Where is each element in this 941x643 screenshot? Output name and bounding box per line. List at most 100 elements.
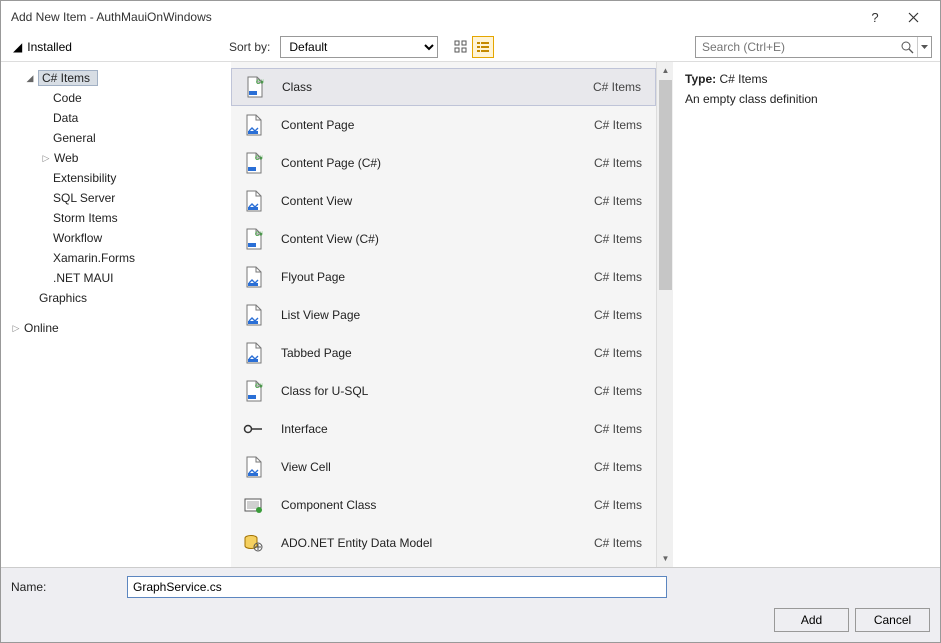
tree-header-installed[interactable]: ◢ Installed — [9, 40, 223, 54]
template-label: Class for U-SQL — [281, 384, 580, 398]
type-label: Type: — [685, 72, 716, 86]
cancel-button[interactable]: Cancel — [855, 608, 930, 632]
search-box[interactable] — [695, 36, 932, 58]
tree-label: General — [53, 131, 96, 145]
xaml-file-icon — [239, 453, 267, 481]
tree-label: SQL Server — [53, 191, 115, 205]
ado-file-icon — [239, 529, 267, 557]
detail-panel: Type: C# Items An empty class definition — [673, 62, 940, 567]
tree-node-workflow[interactable]: Workflow — [7, 228, 231, 248]
template-row[interactable]: C# Content Page (C#) C# Items — [231, 144, 656, 182]
svg-text:C#: C# — [256, 80, 264, 86]
xaml-file-icon — [239, 263, 267, 291]
template-list[interactable]: C#ClassC# ItemsContent PageC# ItemsC#Con… — [231, 62, 656, 567]
template-label: Component Class — [281, 498, 580, 512]
xaml-file-icon — [239, 187, 267, 215]
tree-label: Web — [54, 151, 78, 165]
tree-node-code[interactable]: Code — [7, 88, 231, 108]
tree-node-xamarin-forms[interactable]: Xamarin.Forms — [7, 248, 231, 268]
template-label: Tabbed Page — [281, 346, 580, 360]
tree-label: C# Items — [38, 70, 98, 86]
search-input[interactable] — [696, 40, 897, 54]
template-label: ADO.NET Entity Data Model — [281, 536, 580, 550]
toolbar: ◢ Installed Sort by: Default — [1, 33, 940, 61]
tree-label: Storm Items — [53, 211, 118, 225]
xaml-file-icon — [239, 111, 267, 139]
expand-arrow-icon: ▷ — [11, 323, 21, 334]
template-category: C# Items — [594, 118, 642, 132]
view-tiles-button[interactable] — [450, 36, 472, 58]
template-label: Content Page (C#) — [281, 156, 580, 170]
close-button[interactable] — [894, 3, 932, 31]
scroll-down-icon[interactable]: ▼ — [657, 550, 674, 567]
sort-by-select[interactable]: Default — [280, 36, 438, 58]
template-row[interactable]: List View PageC# Items — [231, 296, 656, 334]
main-area: ◢ C# Items CodeDataGeneral▷WebExtensibil… — [1, 61, 940, 567]
template-category: C# Items — [594, 536, 642, 550]
collapse-arrow-icon: ◢ — [25, 73, 35, 84]
search-icon[interactable] — [897, 37, 917, 57]
template-category: C# Items — [594, 270, 642, 284]
tree-label: Graphics — [39, 291, 87, 305]
scroll-thumb[interactable] — [659, 80, 672, 290]
name-label: Name: — [11, 580, 119, 594]
template-list-wrap: C#ClassC# ItemsContent PageC# ItemsC#Con… — [231, 62, 673, 567]
template-label: Content Page — [281, 118, 580, 132]
tree-node-extensibility[interactable]: Extensibility — [7, 168, 231, 188]
category-tree[interactable]: ◢ C# Items CodeDataGeneral▷WebExtensibil… — [1, 62, 231, 567]
tree-node-web[interactable]: ▷Web — [7, 148, 231, 168]
search-dropdown[interactable] — [917, 37, 931, 57]
tree-node-csitems[interactable]: ◢ C# Items — [7, 68, 231, 88]
template-label: Content View — [281, 194, 580, 208]
view-list-button[interactable] — [472, 36, 494, 58]
tree-node-graphics[interactable]: Graphics — [7, 288, 231, 308]
help-button[interactable]: ? — [856, 3, 894, 31]
tree-label: Xamarin.Forms — [53, 251, 135, 265]
type-value: C# Items — [719, 72, 767, 86]
tree-node-online[interactable]: ▷ Online — [7, 318, 231, 338]
template-row[interactable]: Flyout PageC# Items — [231, 258, 656, 296]
template-category: C# Items — [594, 232, 642, 246]
template-category: C# Items — [594, 384, 642, 398]
template-row[interactable]: ADO.NET Entity Data Model C# Items — [231, 524, 656, 562]
template-row[interactable]: Tabbed Page C# Items — [231, 334, 656, 372]
cs-file-icon: C# — [239, 377, 267, 405]
tree-label: Data — [53, 111, 78, 125]
add-button[interactable]: Add — [774, 608, 849, 632]
template-label: View Cell — [281, 460, 580, 474]
tree-node-sql-server[interactable]: SQL Server — [7, 188, 231, 208]
scroll-up-icon[interactable]: ▲ — [657, 62, 674, 79]
template-category: C# Items — [594, 308, 642, 322]
template-label: Class — [282, 80, 579, 94]
svg-text:C#: C# — [255, 156, 263, 162]
template-category: C# Items — [594, 346, 642, 360]
tree-node-storm-items[interactable]: Storm Items — [7, 208, 231, 228]
comp-file-icon — [239, 491, 267, 519]
template-category: C# Items — [594, 422, 642, 436]
scrollbar[interactable]: ▲ ▼ — [656, 62, 673, 567]
tree-node-general[interactable]: General — [7, 128, 231, 148]
svg-text:C#: C# — [255, 384, 263, 390]
template-row[interactable]: C# Class for U-SQL C# Items — [231, 372, 656, 410]
type-line: Type: C# Items — [685, 72, 928, 86]
template-category: C# Items — [594, 194, 642, 208]
tree-label: Workflow — [53, 231, 102, 245]
tree-node--net-maui[interactable]: .NET MAUI — [7, 268, 231, 288]
template-row[interactable]: C#ClassC# Items — [231, 68, 656, 106]
xaml-file-icon — [239, 301, 267, 329]
template-category: C# Items — [594, 156, 642, 170]
tree-label: Online — [24, 321, 59, 335]
template-row[interactable]: View Cell C# Items — [231, 448, 656, 486]
template-category: C# Items — [594, 498, 642, 512]
template-row[interactable]: Content View C# Items — [231, 182, 656, 220]
template-row[interactable]: C#Content View (C#)C# Items — [231, 220, 656, 258]
template-row[interactable]: InterfaceC# Items — [231, 410, 656, 448]
name-input[interactable] — [127, 576, 667, 598]
template-row[interactable]: Component Class C# Items — [231, 486, 656, 524]
template-category: C# Items — [594, 460, 642, 474]
xaml-file-icon — [239, 339, 267, 367]
footer: Name: Add Cancel — [1, 567, 940, 642]
template-row[interactable]: Content Page C# Items — [231, 106, 656, 144]
sort-by-label: Sort by: — [229, 40, 270, 54]
tree-node-data[interactable]: Data — [7, 108, 231, 128]
